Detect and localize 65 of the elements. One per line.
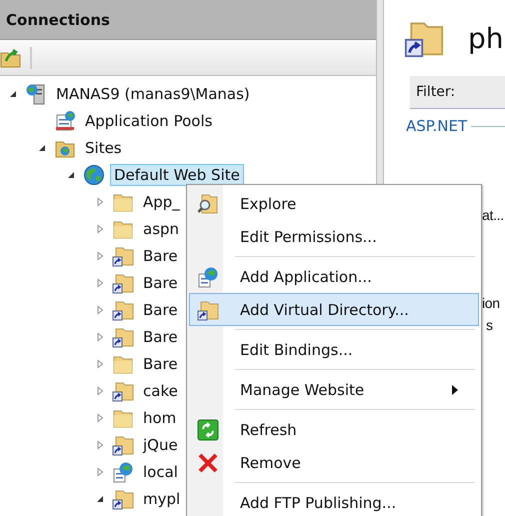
tree-item[interactable]: Bare	[139, 272, 182, 294]
shortcut-folder-icon	[112, 298, 134, 320]
tree-item[interactable]: aspn	[139, 218, 184, 240]
collapsed-arrow-icon[interactable]	[95, 386, 105, 396]
collapsed-arrow-icon[interactable]	[95, 278, 105, 288]
collapsed-arrow-icon[interactable]	[95, 224, 105, 234]
tree-item[interactable]: Application Pools	[81, 110, 216, 132]
tree-item[interactable]: MANAS9 (manas9\Manas)	[52, 82, 254, 104]
remove-icon	[197, 452, 219, 474]
menu-item[interactable]: Refresh	[189, 413, 479, 446]
shortcut-folder-icon	[112, 380, 134, 402]
tree-item[interactable]: local	[139, 460, 182, 482]
application-pools-icon	[54, 110, 76, 132]
shortcut-folder-icon	[112, 272, 134, 294]
collapsed-arrow-icon[interactable]	[95, 412, 105, 422]
page-title: ph	[468, 22, 504, 54]
panel-title: Connections	[6, 10, 110, 28]
feature-label: at...	[482, 207, 504, 223]
submenu-arrow-icon	[452, 384, 458, 394]
tree-item[interactable]: Sites	[81, 136, 126, 158]
shortcut-folder-icon	[112, 244, 134, 266]
shortcut-folder-icon	[197, 298, 219, 320]
tree-item[interactable]: Bare	[139, 244, 182, 266]
group-heading: ASP.NET	[406, 117, 468, 135]
application-icon	[112, 460, 134, 482]
server-icon	[25, 82, 47, 104]
collapsed-arrow-icon[interactable]	[95, 196, 105, 206]
tree-item[interactable]: hom	[139, 406, 180, 428]
folder-magnifier-icon	[197, 192, 219, 214]
tree-item[interactable]: Default Web Site	[110, 164, 244, 186]
expanded-arrow-icon[interactable]	[66, 170, 76, 180]
filter-label: Filter:	[416, 84, 456, 100]
tree-item[interactable]: jQue	[139, 434, 182, 456]
refresh-icon	[197, 418, 219, 440]
collapsed-arrow-icon[interactable]	[95, 250, 105, 260]
expanded-arrow-icon[interactable]	[37, 142, 47, 152]
collapsed-arrow-icon[interactable]	[95, 304, 105, 314]
collapsed-arrow-icon[interactable]	[95, 440, 105, 450]
menu-item[interactable]: Add FTP Publishing...	[189, 486, 479, 516]
tree-item[interactable]: Bare	[139, 326, 182, 348]
shortcut-folder-icon	[112, 488, 134, 510]
menu-item[interactable]: Remove	[189, 446, 479, 479]
collapsed-arrow-icon[interactable]	[95, 358, 105, 368]
expanded-arrow-icon[interactable]	[8, 88, 18, 98]
tree-item[interactable]: Bare	[139, 352, 182, 374]
tree-item[interactable]: cake	[139, 380, 182, 402]
application-icon	[197, 266, 219, 288]
shortcut-folder-icon	[112, 434, 134, 456]
menu-item[interactable]: Add Virtual Directory...	[189, 293, 479, 326]
collapsed-arrow-icon[interactable]	[95, 466, 105, 476]
collapsed-arrow-icon[interactable]	[95, 332, 105, 342]
menu-item[interactable]: Manage Website	[189, 373, 479, 406]
menu-item[interactable]: Add Application...	[189, 260, 479, 293]
menu-item[interactable]: Explore	[189, 187, 479, 220]
tree-item[interactable]: Bare	[139, 298, 182, 320]
menu-item[interactable]: Edit Permissions...	[189, 220, 479, 253]
connect-folder-icon[interactable]	[0, 46, 22, 68]
tree-item[interactable]: App_	[139, 190, 184, 212]
globe-icon	[83, 164, 105, 186]
tree-item[interactable]: mypl	[139, 488, 184, 510]
menu-item[interactable]: Edit Bindings...	[189, 333, 479, 366]
shortcut-folder-icon	[112, 326, 134, 348]
feature-label: s	[486, 317, 493, 333]
feature-label: ion	[482, 295, 500, 311]
expanded-arrow-icon[interactable]	[95, 494, 105, 504]
